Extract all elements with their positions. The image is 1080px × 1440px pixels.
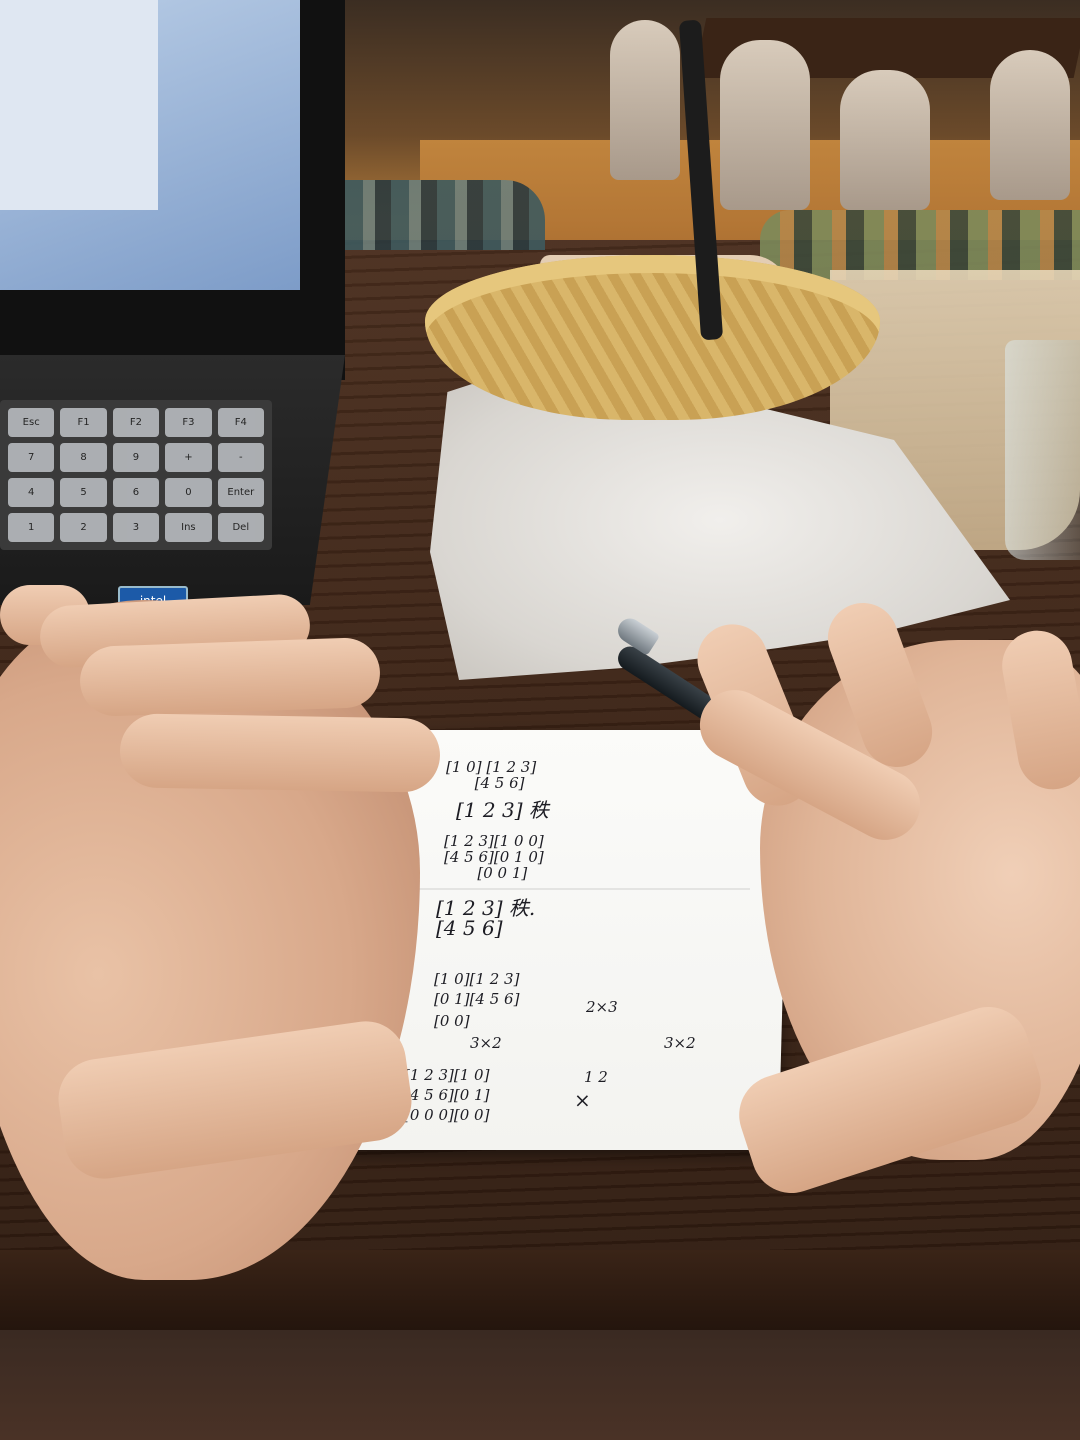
matrix-dimension: 3×2 bbox=[470, 1034, 502, 1052]
key: F2 bbox=[112, 408, 160, 437]
key: 6 bbox=[112, 478, 160, 507]
key: Del bbox=[217, 513, 264, 542]
note-line: [0 1][4 5 6] bbox=[434, 990, 520, 1008]
background-chair bbox=[840, 70, 930, 210]
key: 0 bbox=[165, 478, 212, 507]
background-chair bbox=[990, 50, 1070, 200]
note-line: [1 0] [1 2 3] bbox=[446, 758, 537, 776]
laptop-document bbox=[0, 0, 158, 210]
key: 8 bbox=[60, 443, 107, 472]
key: + bbox=[165, 443, 212, 472]
note-line: [1 2 3][1 0 0] bbox=[444, 832, 544, 850]
matrix-dimension: 3×2 bbox=[664, 1034, 696, 1052]
note-line: [1 0][1 2 3] bbox=[434, 970, 520, 988]
note-line: [1 2 3] 秩 bbox=[456, 798, 549, 822]
note-line: [4 5 6][0 1 0] bbox=[444, 848, 544, 866]
key: F3 bbox=[165, 408, 212, 437]
left-finger bbox=[78, 636, 382, 718]
note-line: [4 5 6] bbox=[446, 774, 525, 792]
note-line: [0 0 1] bbox=[444, 864, 528, 882]
key: Enter bbox=[217, 478, 264, 507]
note-line: [4 5 6] bbox=[436, 916, 503, 940]
key: 2 bbox=[60, 513, 107, 542]
water-glass bbox=[1005, 340, 1080, 560]
background-chair bbox=[610, 20, 680, 180]
note-line: 1 2 bbox=[584, 1068, 608, 1086]
key: F1 bbox=[60, 408, 107, 437]
matrix-dimension: 2×3 bbox=[586, 998, 618, 1016]
key: F4 bbox=[217, 408, 264, 437]
note-line: [0 0 0][0 0] bbox=[404, 1106, 490, 1124]
key: 9 bbox=[112, 443, 160, 472]
floor bbox=[0, 1330, 1080, 1440]
photo-scene: Esc F1 F2 F3 F4 7 8 9 + - 4 5 6 0 Enter … bbox=[0, 0, 1080, 1440]
note-line: [1 2 3][1 0] bbox=[404, 1066, 490, 1084]
background-chair bbox=[720, 40, 810, 210]
left-finger bbox=[119, 713, 441, 793]
key: 5 bbox=[60, 478, 107, 507]
note-line: × bbox=[574, 1088, 591, 1112]
key: 7 bbox=[8, 443, 55, 472]
paper-fold bbox=[380, 888, 750, 890]
note-line: [1 2 3] 秩. bbox=[436, 896, 536, 920]
cushion-left bbox=[345, 180, 545, 250]
laptop-display bbox=[0, 0, 300, 290]
note-line: [0 0] bbox=[434, 1012, 470, 1030]
key: Esc bbox=[8, 408, 55, 437]
note-line: [4 5 6][0 1] bbox=[404, 1086, 490, 1104]
key: 1 bbox=[8, 513, 55, 542]
key: 4 bbox=[8, 478, 55, 507]
key: 3 bbox=[112, 513, 160, 542]
key: - bbox=[217, 443, 264, 472]
laptop-keyboard: Esc F1 F2 F3 F4 7 8 9 + - 4 5 6 0 Enter … bbox=[0, 400, 272, 550]
laptop-screen bbox=[0, 0, 345, 380]
key: Ins bbox=[165, 513, 212, 542]
